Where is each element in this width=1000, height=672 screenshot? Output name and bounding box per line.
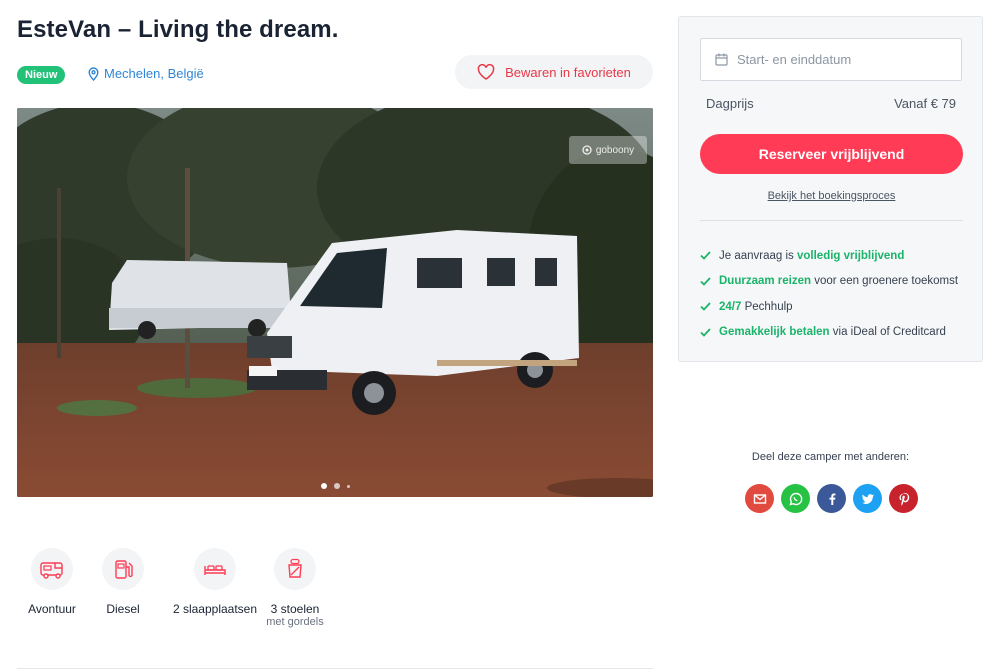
usp-highlight: Duurzaam reizen (719, 275, 812, 288)
usp-highlight: Gemakkelijk betalen (719, 326, 830, 339)
photo-gallery[interactable]: goboony (17, 108, 653, 497)
reserve-button[interactable]: Reserveer vrijblijvend (700, 134, 963, 174)
share-buttons (745, 484, 918, 513)
daily-price-row: Dagprijs Vanaf € 79 (706, 96, 956, 111)
favorite-label: Bewaren in favorieten (505, 64, 631, 80)
share-whatsapp-button[interactable] (781, 484, 810, 513)
share-facebook-button[interactable] (817, 484, 846, 513)
envelope-icon (753, 493, 766, 504)
usp-text: Je aanvraag is (719, 249, 797, 262)
facebook-icon (829, 493, 835, 505)
share-pinterest-button[interactable] (889, 484, 918, 513)
carousel-dot-2[interactable] (333, 483, 340, 489)
carousel-dots (17, 483, 653, 489)
campervan-icon (40, 562, 63, 579)
usp-highlight: 24/7 (719, 300, 742, 313)
carousel-dot-3[interactable] (346, 484, 350, 488)
section-divider (17, 668, 653, 669)
booking-divider (700, 220, 963, 221)
feature-item-fuel: Diesel (69, 548, 177, 629)
usp-item: 24/7 Pechhulp (700, 294, 958, 320)
feature-circle (274, 548, 316, 590)
watermark-logo: goboony (569, 136, 647, 164)
usp-text: via iDeal of Creditcard (829, 326, 946, 339)
feature-circle (31, 548, 73, 590)
check-icon (700, 302, 711, 312)
date-range-input[interactable]: Start- en einddatum (700, 38, 962, 81)
seat-icon (288, 558, 302, 578)
share-title: Deel deze camper met anderen: (751, 451, 910, 463)
feature-label: 3 stoelen (270, 602, 320, 616)
price-value: Vanaf € 79 (894, 96, 956, 111)
usp-text: Pechhulp (741, 300, 793, 313)
usp-text: voor een groenere toekomst (811, 275, 959, 288)
fuel-pump-icon (115, 560, 133, 579)
feature-circle (102, 548, 144, 590)
usp-item: Je aanvraag is volledig vrijblijvend (700, 243, 958, 269)
watermark-text: goboony (595, 144, 635, 156)
new-badge: Nieuw (17, 66, 66, 84)
feature-label: 2 slaapplaatsen (172, 602, 258, 616)
usp-item: Gemakkelijk betalen via iDeal of Creditc… (700, 320, 958, 346)
booking-panel: Start- en einddatum Dagprijs Vanaf € 79 … (678, 16, 983, 362)
date-placeholder: Start- en einddatum (737, 52, 852, 67)
calendar-icon (715, 53, 728, 66)
page-title: EsteVan – Living the dream. (17, 16, 339, 43)
check-icon (700, 251, 711, 261)
eye-icon (582, 145, 592, 155)
features-list: Avontuur Diesel 2 slaapplaatsen 3 stoele… (10, 548, 337, 629)
usp-item: Duurzaam reizen voor een groenere toekom… (700, 269, 958, 295)
feature-sublabel: met gordels (266, 616, 324, 628)
twitter-icon (861, 493, 874, 504)
feature-item-beds: 2 slaapplaatsen (165, 548, 265, 629)
whatsapp-icon (788, 492, 802, 506)
price-label: Dagprijs (706, 96, 754, 111)
check-icon (700, 328, 711, 337)
check-icon (700, 277, 711, 286)
feature-item-seats: 3 stoelen met gordels (253, 548, 337, 629)
share-twitter-button[interactable] (853, 484, 882, 513)
camper-photo (17, 108, 653, 497)
bed-icon (204, 565, 226, 575)
usp-list: Je aanvraag is volledig vrijblijvend Duu… (700, 243, 958, 345)
booking-process-link[interactable]: Bekijk het boekingsproces (679, 190, 984, 202)
feature-circle (194, 548, 236, 590)
pinterest-icon (899, 492, 909, 506)
share-email-button[interactable] (745, 484, 774, 513)
favorite-button[interactable]: Bewaren in favorieten (455, 55, 653, 89)
location-pin-icon (88, 66, 99, 81)
feature-label: Diesel (106, 602, 140, 616)
location-link[interactable]: Mechelen, België (87, 66, 204, 81)
usp-highlight: volledig vrijblijvend (797, 249, 905, 262)
carousel-dot-1[interactable] (320, 483, 327, 489)
heart-icon (477, 64, 495, 80)
location-text: Mechelen, België (104, 66, 204, 81)
